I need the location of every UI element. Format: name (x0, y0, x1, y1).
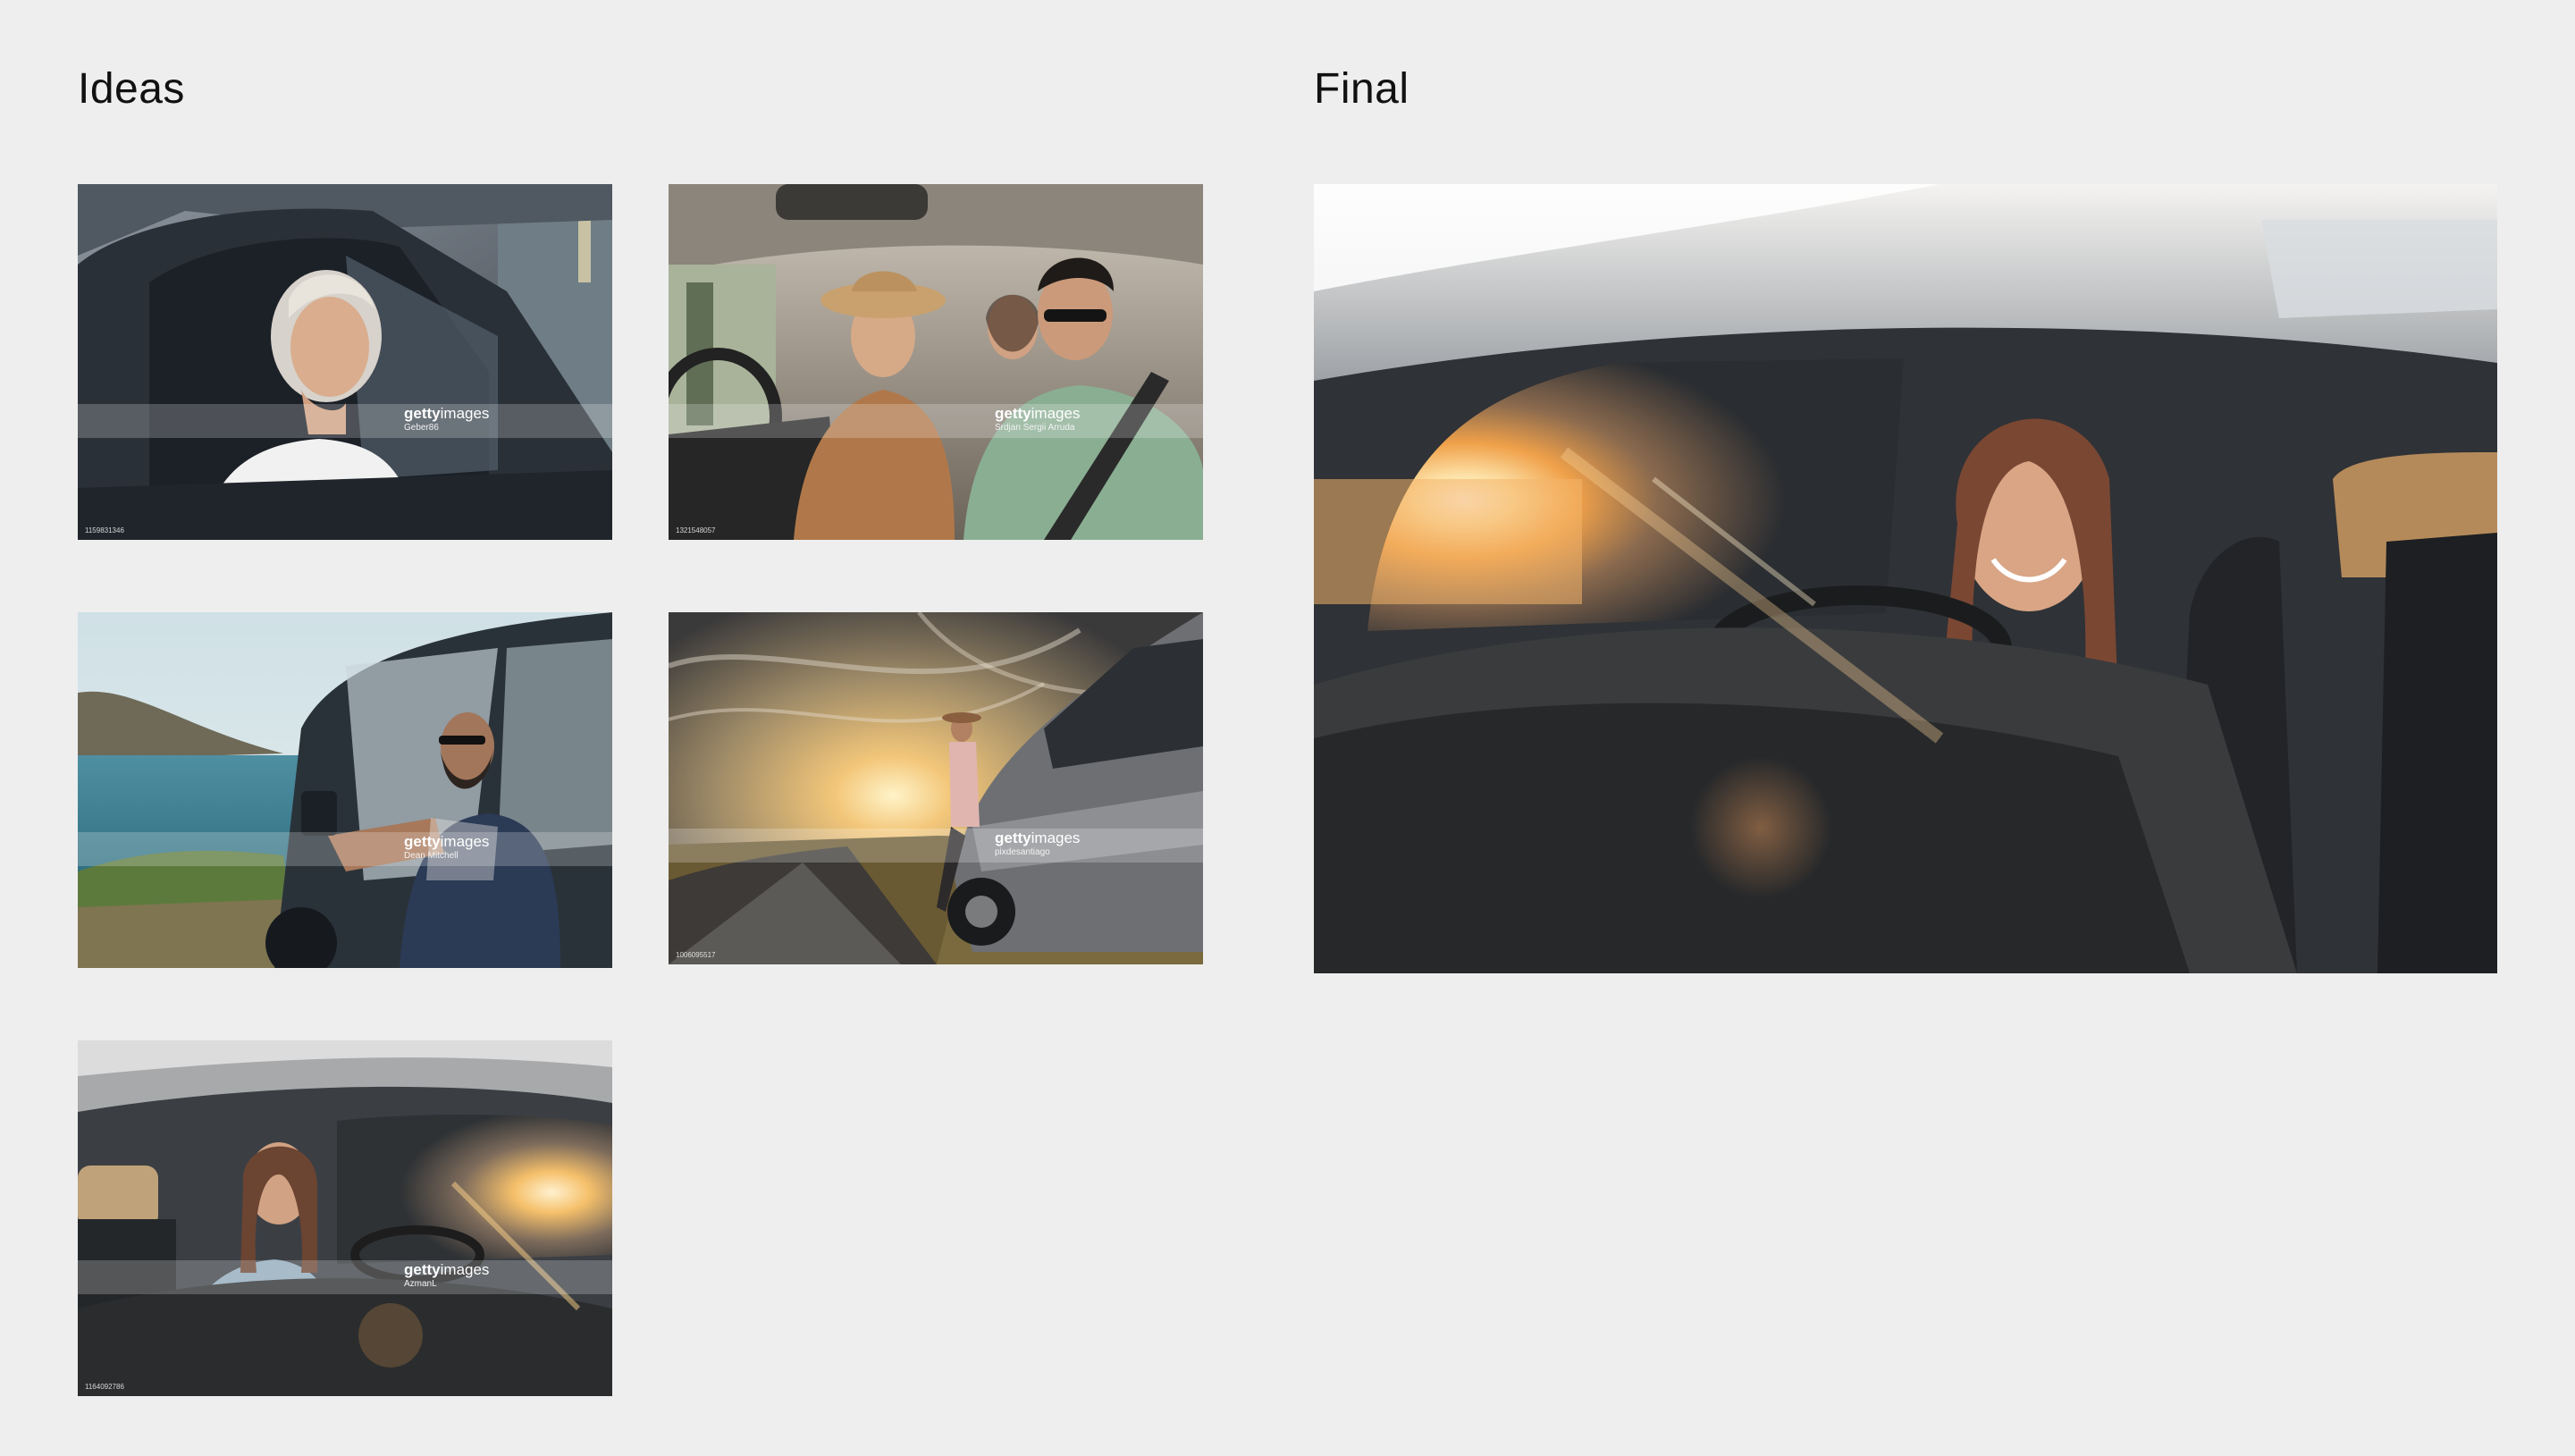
idea-image-3-art (78, 612, 612, 968)
final-heading: Final (1314, 65, 1410, 113)
stock-id: 1164092786 (85, 1383, 124, 1391)
idea-image-2[interactable]: gettyimages Srdjan Sergii Arruda 1321548… (669, 184, 1203, 540)
idea-image-5-art (78, 1040, 612, 1396)
idea-image-1[interactable]: gettyimages Geber86 1159831346 (78, 184, 612, 540)
idea-image-5[interactable]: gettyimages AzmanL 1164092786 (78, 1040, 612, 1396)
moodboard: Ideas Final gettyimages Geber86 11598313… (0, 0, 2575, 1456)
ideas-heading: Ideas (78, 65, 185, 113)
idea-image-3[interactable]: gettyimages Dean Mitchell (78, 612, 612, 968)
final-image-art (1314, 184, 2497, 973)
idea-image-4[interactable]: gettyimages pixdesantiago 1006095517 (669, 612, 1203, 964)
idea-image-1-art (78, 184, 612, 540)
idea-image-4-art (669, 612, 1203, 964)
stock-id: 1006095517 (676, 951, 716, 959)
stock-id: 1159831346 (85, 526, 124, 534)
idea-image-2-art (669, 184, 1203, 540)
stock-id: 1321548057 (676, 526, 716, 534)
final-image[interactable] (1314, 184, 2497, 973)
